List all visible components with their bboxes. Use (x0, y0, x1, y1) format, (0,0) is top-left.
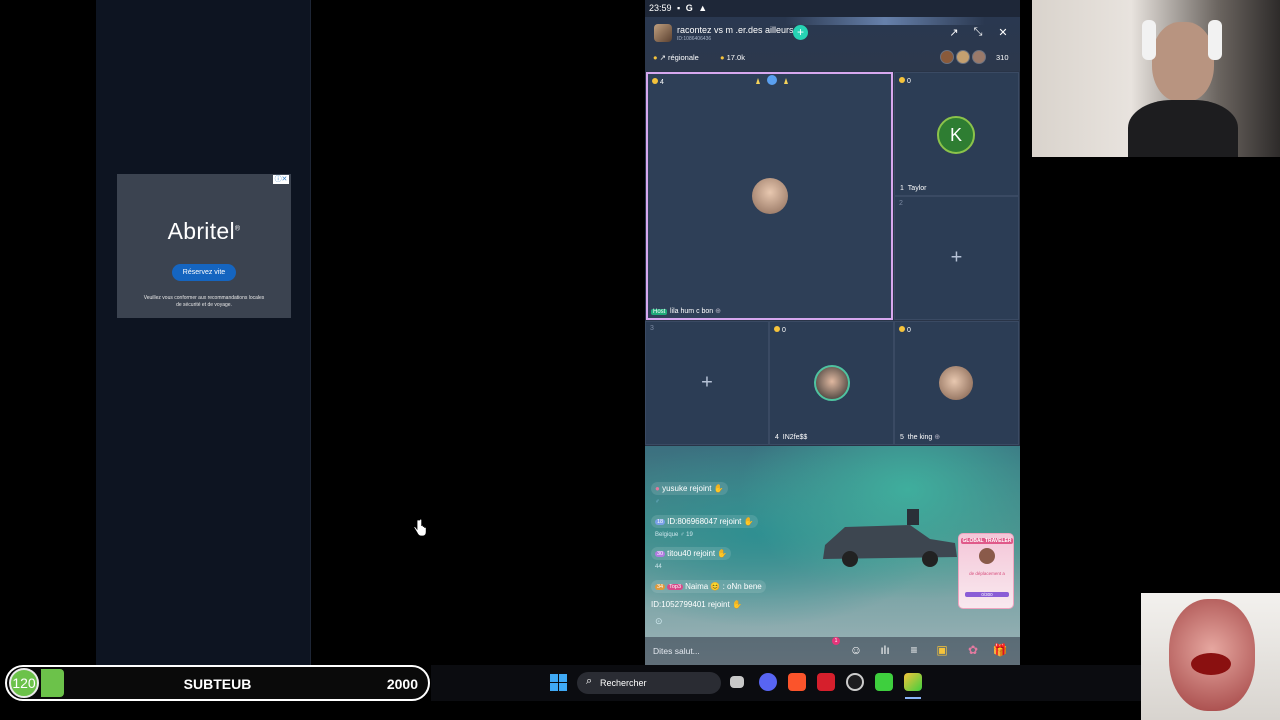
host-avatar[interactable] (752, 178, 788, 214)
notification-badge: 1 (832, 637, 840, 645)
chat-message[interactable]: 34 Top3 Naima 😊 : oNn bene (651, 580, 766, 593)
menu-icon[interactable]: ≡ (905, 641, 923, 659)
reaction-webcam (1141, 593, 1280, 720)
live-room-app: 23:59 ▪ G ▲ racontez vs m .er.des ailleu… (645, 0, 1020, 665)
active-app-indicator (905, 697, 921, 699)
room-coins[interactable]: ● 17.0k (720, 53, 745, 62)
minimize-icon[interactable]: ⤡ (971, 26, 985, 39)
status-time: 23:59 (649, 3, 672, 13)
seat-3[interactable]: 3 + (645, 321, 769, 445)
seat-avatar[interactable]: K (937, 116, 975, 154)
green-app-icon[interactable] (875, 673, 893, 691)
follow-button[interactable]: + (793, 25, 808, 40)
chat-message[interactable]: ID:1052799401 rejoint ✋ (651, 600, 742, 609)
obs-icon[interactable] (846, 673, 864, 691)
seat-name: 4 IN2fe$$ (775, 434, 808, 441)
crown-icon (756, 75, 788, 85)
video-player-icon[interactable] (817, 673, 835, 691)
room-avatar[interactable] (654, 24, 672, 42)
adchoices-icon[interactable]: ⓘ✕ (273, 175, 289, 184)
chat-sub: 44 (655, 564, 662, 570)
taskbar-search[interactable]: ⌕ Rechercher (577, 672, 721, 694)
subgoal-bar: 120 SUBTEUB 2000 (5, 665, 430, 701)
subgoal-label: SUBTEUB (183, 676, 252, 692)
emoji-icon: ⊙ (655, 616, 663, 626)
event-avatar (979, 548, 995, 564)
seat-coins: 0 (774, 326, 786, 334)
g-icon: G (685, 3, 693, 13)
browser-side-panel (96, 0, 311, 665)
audio-wave-icon[interactable]: ılı (876, 641, 894, 659)
host-seat[interactable]: 4 Host lila hum c bon ⊕ (646, 72, 893, 320)
viewer-count[interactable]: 310 (996, 53, 1009, 62)
chat-message[interactable]: ● yusuke rejoint ✋ (651, 482, 728, 495)
rose-icon[interactable]: ✿ (964, 641, 982, 659)
event-card[interactable]: GLOBAL TRAVELER de déplacement a 0/300 (958, 533, 1014, 609)
chat-sub: Belgique ♂ 19 (655, 532, 693, 538)
add-seat-icon[interactable]: + (951, 247, 963, 270)
seat-number: 2 (899, 200, 903, 207)
chat-input-bar: ☺ ılı ≡ ▣ ✿ 🎁 1 (645, 637, 1020, 665)
hand-cursor-icon (414, 519, 426, 537)
gender-icon: ♂ (655, 499, 660, 505)
room-id: ID:1086406436 (677, 36, 712, 42)
notification-icon: ▪ (677, 3, 681, 13)
seat-1[interactable]: 0 K 1 Taylor (894, 72, 1019, 196)
chat-message[interactable]: 18 ID:806968047 rejoint ✋ (651, 515, 758, 528)
event-title: GLOBAL TRAVELER (961, 538, 1013, 544)
viewer-avatar[interactable] (956, 50, 970, 64)
viewer-avatar[interactable] (972, 50, 986, 64)
ad-brand: Abritel® (167, 218, 241, 244)
viewer-avatar[interactable] (940, 50, 954, 64)
webcam-feed (1032, 0, 1280, 157)
gift-box-icon[interactable]: ▣ (933, 641, 951, 659)
event-sub: de déplacement a (969, 571, 1005, 576)
room-header: racontez vs m .er.des ailleurs ID:108640… (645, 17, 1020, 71)
seat-2[interactable]: 2 + (894, 196, 1019, 320)
seat-avatar[interactable] (939, 366, 973, 400)
windows-start-icon[interactable] (550, 674, 567, 691)
seat-5[interactable]: 0 5 the king ⊕ (894, 321, 1019, 445)
region-tag[interactable]: ● ↗ régionale (653, 53, 699, 62)
share-icon[interactable]: ↗ (947, 26, 961, 39)
car-illustration (823, 509, 957, 567)
seat-coins: 0 (899, 77, 911, 85)
seat-4[interactable]: 0 4 IN2fe$$ (769, 321, 894, 445)
layers-app-icon[interactable] (904, 673, 922, 691)
subgoal-target: 2000 (386, 676, 418, 692)
add-seat-icon[interactable]: + (701, 372, 713, 395)
phone-status-bar: 23:59 ▪ G ▲ (645, 0, 1020, 17)
brave-icon[interactable] (788, 673, 806, 691)
seat-name: 5 the king ⊕ (900, 434, 941, 441)
search-icon: ⌕ (586, 675, 593, 687)
taskbar: ⌕ Rechercher (431, 665, 1141, 701)
chat-message[interactable]: 30 titou40 rejoint ✋ (651, 547, 732, 560)
seat-coins: 4 (652, 78, 664, 86)
seat-coins: 0 (899, 326, 911, 334)
seat-avatar[interactable] (814, 365, 850, 401)
warning-icon: ▲ (698, 3, 708, 13)
task-view-icon[interactable] (730, 676, 744, 688)
ad-cta-button[interactable]: Réservez vite (172, 264, 236, 281)
chat-input[interactable] (653, 641, 828, 661)
host-badge: Host (651, 309, 668, 315)
gift-icon[interactable]: 🎁 (991, 641, 1009, 659)
room-title: racontez vs m .er.des ailleurs (677, 25, 794, 35)
seat-name: 1 Taylor (900, 185, 927, 192)
close-icon[interactable]: ✕ (996, 26, 1010, 39)
event-progress: 0/300 (965, 592, 1009, 597)
seat-number: 3 (650, 325, 654, 332)
emoji-button-icon[interactable]: ☺ (847, 641, 865, 659)
host-name: lila hum c bon ⊕ (670, 308, 722, 315)
discord-icon[interactable] (759, 673, 777, 691)
advertisement[interactable]: ⓘ✕ Abritel® Réservez vite Veuillez vous … (117, 174, 291, 318)
ad-note: Veuillez vous conformer aux recommandati… (143, 295, 265, 308)
